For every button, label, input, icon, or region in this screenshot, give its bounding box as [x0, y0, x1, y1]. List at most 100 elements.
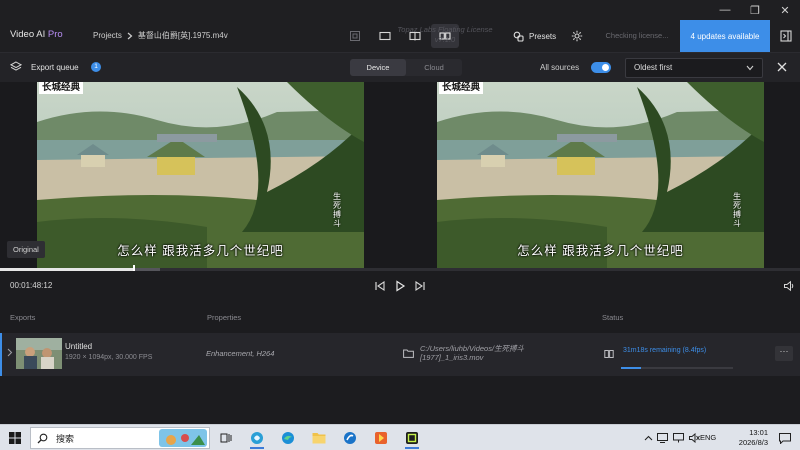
minimize-button[interactable]: —	[710, 0, 740, 20]
breadcrumb-file: 基督山伯爵[英].1975.m4v	[137, 31, 228, 40]
export-row[interactable]: Untitled 1920 × 1094px, 30.000 FPS Enhan…	[0, 333, 800, 376]
export-progress-bar	[621, 367, 733, 369]
notifications-button[interactable]	[773, 427, 797, 449]
edge-icon	[282, 432, 294, 444]
chevron-right-icon	[7, 348, 13, 357]
preview-area: 长城经典 怎么样 跟我活多几个世纪吧 生死搏斗 长城经典 怎么样 跟我活多几个世…	[0, 82, 800, 268]
sort-order-value: Oldest first	[634, 63, 673, 72]
close-icon	[777, 62, 787, 72]
window-titlebar: — ❐ ✕	[0, 0, 800, 20]
presets-icon	[513, 31, 524, 42]
browser-icon	[251, 432, 263, 444]
updates-label: 4 updates available	[690, 31, 760, 41]
column-properties: Properties	[207, 313, 242, 322]
notification-icon	[779, 432, 791, 444]
export-status-text: 31m18s remaining (8.4fps)	[623, 347, 707, 354]
step-forward-icon	[415, 280, 425, 292]
search-label: 搜索	[56, 433, 75, 444]
export-name: Untitled	[65, 342, 93, 351]
tab-cloud[interactable]: Cloud	[406, 59, 462, 76]
crop-icon	[350, 31, 360, 41]
close-queue-button[interactable]	[776, 61, 788, 73]
taskbar-app-video-ai[interactable]	[400, 427, 424, 449]
speaker-icon	[784, 280, 794, 292]
sort-order-select[interactable]: Oldest first	[625, 58, 763, 78]
compare-button[interactable]	[604, 349, 614, 359]
toggle-knob	[602, 64, 609, 71]
license-watermark: Topaz Labs Floating License v7.1.0	[397, 25, 493, 44]
windows-logo-icon	[9, 432, 21, 444]
media-app-icon	[375, 432, 387, 444]
video-watermark: 长城经典	[439, 82, 484, 94]
video-subtitle: 怎么样 跟我活多几个世纪吧	[117, 244, 284, 258]
taskbar-app-dev[interactable]	[338, 427, 362, 449]
task-view-button[interactable]	[214, 427, 238, 449]
updates-button[interactable]: 4 updates available	[680, 20, 770, 52]
next-frame-button[interactable]	[413, 279, 427, 293]
input-language[interactable]: ENG	[700, 433, 716, 442]
tab-device[interactable]: Device	[350, 59, 406, 76]
timecode: 00:01:48:12	[10, 281, 53, 290]
task-view-icon	[220, 433, 232, 443]
step-back-icon	[375, 280, 385, 292]
expand-row-button[interactable]	[7, 348, 13, 357]
license-status: Checking license...	[605, 31, 669, 40]
taskbar-app-edge[interactable]	[276, 427, 300, 449]
all-sources-toggle[interactable]	[591, 62, 611, 73]
queue-count-badge: 1	[91, 62, 101, 72]
video-subtitle: 怎么样 跟我活多几个世纪吧	[517, 244, 684, 258]
thumbnail-image	[16, 338, 62, 369]
taskbar-app-browser[interactable]	[245, 427, 269, 449]
export-resolution: 1920 × 1094px, 30.000 FPS	[65, 354, 153, 361]
search-icon	[37, 433, 48, 443]
clock-date: 2026/8/3	[738, 438, 768, 447]
clock-time: 13:01	[749, 428, 768, 437]
folder-icon	[312, 433, 326, 444]
breadcrumb: Projects 基督山伯爵[英].1975.m4v	[93, 30, 228, 41]
layers-icon	[10, 61, 22, 71]
play-button[interactable]	[393, 279, 407, 293]
export-properties: Enhancement, H264	[206, 349, 275, 358]
transport-bar: 00:01:48:12	[0, 271, 800, 301]
device-cloud-switch: Device Cloud	[350, 59, 462, 76]
maximize-button[interactable]: ❐	[740, 0, 770, 20]
video-side-caption: 生死搏斗	[333, 192, 341, 228]
more-options-button[interactable]: ···	[775, 346, 793, 361]
taskbar-search[interactable]: 搜索	[30, 427, 210, 449]
queue-toggle-button[interactable]	[10, 61, 22, 73]
crop-view-button[interactable]	[341, 24, 369, 48]
brand-edition: Pro	[47, 29, 63, 40]
breadcrumb-projects[interactable]: Projects	[93, 31, 122, 40]
play-icon	[396, 280, 406, 292]
settings-button[interactable]	[563, 24, 591, 48]
video-ai-app-icon	[406, 432, 418, 444]
app-icon	[344, 432, 356, 444]
taskbar-clock[interactable]: 13:01 2026/8/3	[718, 428, 768, 448]
presets-button[interactable]: Presets	[509, 24, 560, 48]
maximize-icon: ❐	[750, 4, 760, 17]
column-status: Status	[602, 313, 624, 322]
export-progress-fill	[621, 367, 642, 369]
volume-button[interactable]	[782, 279, 796, 293]
enhanced-preview-frame[interactable]: 长城经典 怎么样 跟我活多几个世纪吧 生死搏斗	[437, 82, 764, 268]
app-brand: Video AI Pro	[10, 29, 63, 40]
close-window-button[interactable]: ✕	[770, 0, 800, 20]
chevron-down-icon	[746, 65, 754, 71]
original-preview-frame[interactable]: 长城经典 怎么样 跟我活多几个世纪吧 生死搏斗	[37, 82, 364, 268]
taskbar-app-explorer[interactable]	[307, 427, 331, 449]
gear-icon	[571, 30, 583, 42]
presets-label: Presets	[529, 31, 557, 41]
start-button[interactable]	[3, 427, 27, 449]
export-queue-label: Export queue	[31, 63, 79, 72]
open-folder-button[interactable]	[403, 349, 414, 358]
panel-toggle-icon	[780, 30, 792, 42]
toggle-panel-button[interactable]	[772, 24, 800, 48]
previous-frame-button[interactable]	[373, 279, 387, 293]
taskbar-app-media[interactable]	[369, 427, 393, 449]
minimize-icon: —	[719, 4, 731, 16]
all-sources-label: All sources	[540, 63, 580, 72]
speaker-muted-icon	[688, 433, 700, 443]
exports-table-header: Exports Properties Status	[0, 309, 800, 327]
export-queue-bar: Export queue 1 Device Cloud All sources …	[0, 52, 800, 82]
search-highlight-icon	[159, 429, 207, 447]
